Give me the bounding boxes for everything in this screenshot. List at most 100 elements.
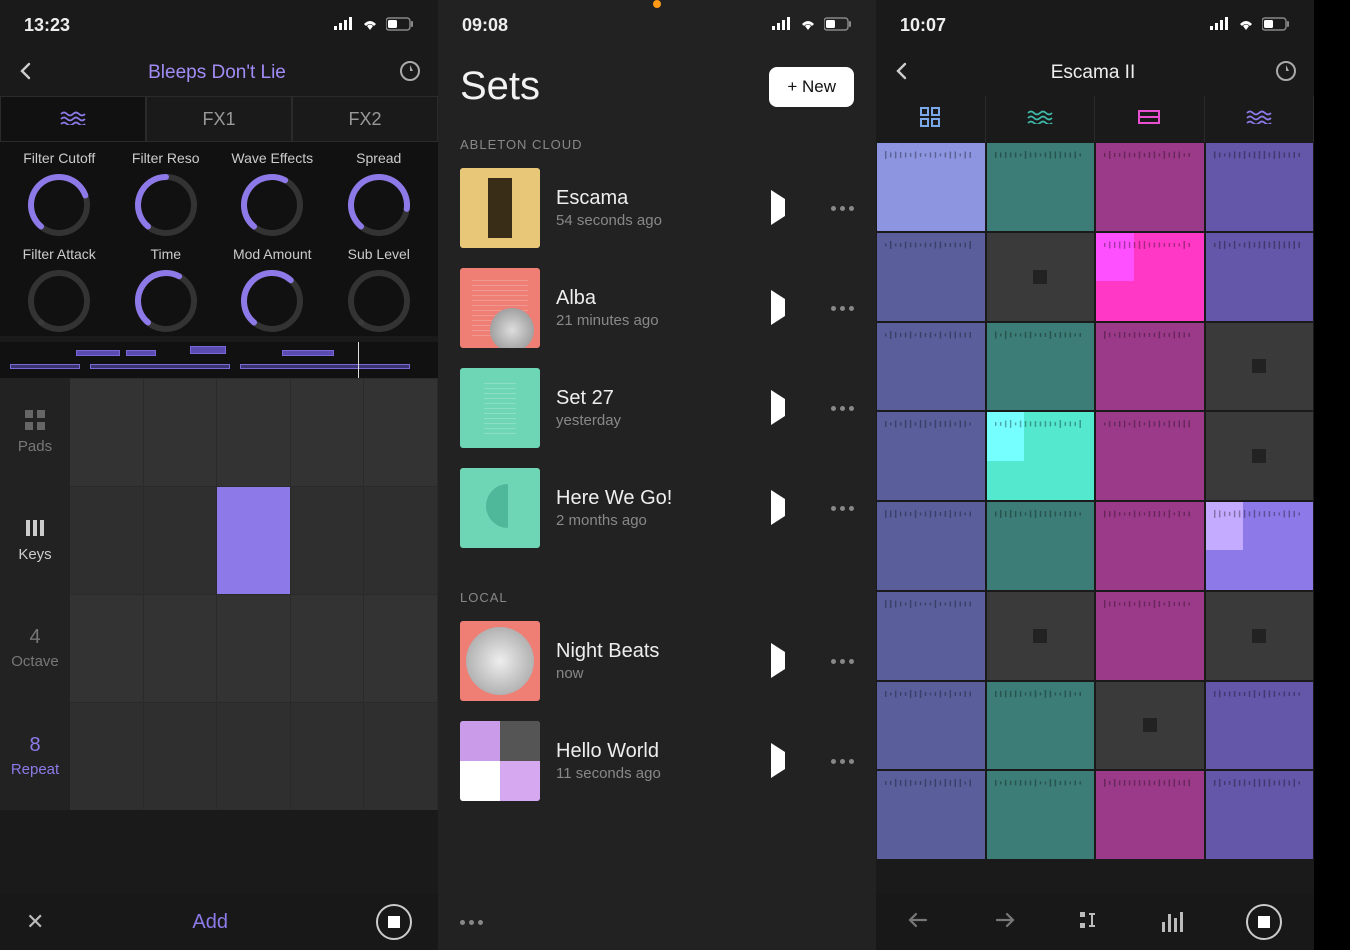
key-cell[interactable]	[217, 487, 291, 594]
rail-pads[interactable]: Pads	[0, 378, 70, 486]
clip-cell[interactable]	[986, 770, 1096, 860]
clip-cell[interactable]	[876, 142, 986, 232]
clip-cell[interactable]	[1205, 681, 1315, 771]
key-cell[interactable]	[364, 595, 438, 702]
clip-cell[interactable]	[876, 322, 986, 412]
key-cell[interactable]	[364, 487, 438, 594]
clip-cell[interactable]	[1205, 142, 1315, 232]
more-button[interactable]	[831, 406, 854, 411]
more-button[interactable]	[831, 759, 854, 764]
play-button[interactable]	[771, 199, 785, 217]
key-cell[interactable]	[144, 487, 218, 594]
tab-fx2[interactable]: FX2	[292, 96, 438, 142]
clip-cell[interactable]	[1205, 232, 1315, 322]
rail-octave[interactable]: 4 Octave	[0, 594, 70, 702]
levels-button[interactable]	[1162, 912, 1183, 932]
key-cell[interactable]	[364, 379, 438, 486]
key-cell[interactable]	[217, 703, 291, 810]
more-button[interactable]	[831, 206, 854, 211]
key-cell[interactable]	[291, 595, 365, 702]
knob-time[interactable]: Time	[113, 246, 220, 336]
add-button[interactable]: Add	[192, 911, 228, 934]
key-cell[interactable]	[144, 595, 218, 702]
clip-cell[interactable]	[1095, 322, 1205, 412]
key-cell[interactable]	[364, 703, 438, 810]
more-button[interactable]	[831, 659, 854, 664]
key-cell[interactable]	[70, 703, 144, 810]
set-row[interactable]: Night Beats now	[438, 611, 876, 711]
clip-cell[interactable]	[1095, 770, 1205, 860]
view-pattern[interactable]	[1095, 96, 1205, 142]
play-button[interactable]	[771, 299, 785, 317]
clip-cell[interactable]	[986, 681, 1096, 771]
clip-cell[interactable]	[876, 681, 986, 771]
clip-cell[interactable]	[1205, 591, 1315, 681]
clip-cell[interactable]	[986, 591, 1096, 681]
clip-cell[interactable]	[1095, 232, 1205, 322]
key-cell[interactable]	[70, 487, 144, 594]
back-button[interactable]	[16, 61, 36, 86]
clip-cell[interactable]	[876, 411, 986, 501]
key-cell[interactable]	[291, 703, 365, 810]
mini-timeline[interactable]	[0, 342, 438, 378]
set-row[interactable]: Set 27 yesterday	[438, 358, 876, 458]
tuner-icon[interactable]	[1274, 59, 1298, 88]
rail-keys[interactable]: Keys	[0, 486, 70, 594]
key-cell[interactable]	[291, 379, 365, 486]
knob-filter-attack[interactable]: Filter Attack	[6, 246, 113, 336]
clip-cell[interactable]	[876, 591, 986, 681]
key-cell[interactable]	[144, 703, 218, 810]
key-cell[interactable]	[70, 595, 144, 702]
redo-button[interactable]	[993, 911, 1015, 934]
back-button[interactable]	[892, 61, 912, 86]
clip-cell[interactable]	[986, 142, 1096, 232]
set-row[interactable]: Hello World 11 seconds ago	[438, 711, 876, 811]
key-cell[interactable]	[144, 379, 218, 486]
clip-cell[interactable]	[1205, 411, 1315, 501]
key-cell[interactable]	[70, 379, 144, 486]
view-wave2[interactable]	[1205, 96, 1315, 142]
set-row[interactable]: Here We Go! 2 months ago	[438, 458, 876, 558]
clip-cell[interactable]	[986, 501, 1096, 591]
clip-cell[interactable]	[1095, 142, 1205, 232]
clip-cell[interactable]	[1095, 591, 1205, 681]
more-button[interactable]	[460, 920, 483, 925]
play-button[interactable]	[771, 499, 785, 517]
undo-button[interactable]	[908, 911, 930, 934]
clip-cell[interactable]	[876, 232, 986, 322]
rail-repeat[interactable]: 8 Repeat	[0, 702, 70, 810]
set-row[interactable]: Escama 54 seconds ago	[438, 158, 876, 258]
view-grid[interactable]	[876, 96, 986, 142]
clip-cell[interactable]	[1095, 681, 1205, 771]
knob-mod-amount[interactable]: Mod Amount	[219, 246, 326, 336]
clip-cell[interactable]	[1095, 411, 1205, 501]
play-button[interactable]	[771, 752, 785, 770]
clip-cell[interactable]	[876, 770, 986, 860]
clip-cell[interactable]	[1205, 501, 1315, 591]
clip-cell[interactable]	[876, 501, 986, 591]
knob-sub-level[interactable]: Sub Level	[326, 246, 433, 336]
play-button[interactable]	[771, 399, 785, 417]
knob-filter-reso[interactable]: Filter Reso	[113, 150, 220, 240]
key-cell[interactable]	[217, 379, 291, 486]
tab-fx1[interactable]: FX1	[146, 96, 292, 142]
stop-button[interactable]	[376, 904, 412, 940]
key-cell[interactable]	[291, 487, 365, 594]
clip-cell[interactable]	[1205, 322, 1315, 412]
clip-cell[interactable]	[986, 411, 1096, 501]
clip-cell[interactable]	[986, 322, 1096, 412]
clip-cell[interactable]	[986, 232, 1096, 322]
view-wave[interactable]	[986, 96, 1096, 142]
key-cell[interactable]	[217, 595, 291, 702]
clip-cell[interactable]	[1205, 770, 1315, 860]
stop-button[interactable]	[1246, 904, 1282, 940]
close-button[interactable]: ✕	[26, 909, 44, 935]
more-button[interactable]	[831, 306, 854, 311]
tab-instrument[interactable]	[0, 96, 146, 142]
knob-filter-cutoff[interactable]: Filter Cutoff	[6, 150, 113, 240]
more-button[interactable]	[831, 506, 854, 511]
knob-spread[interactable]: Spread	[326, 150, 433, 240]
set-row[interactable]: Alba 21 minutes ago	[438, 258, 876, 358]
knob-wave-effects[interactable]: Wave Effects	[219, 150, 326, 240]
play-button[interactable]	[771, 652, 785, 670]
